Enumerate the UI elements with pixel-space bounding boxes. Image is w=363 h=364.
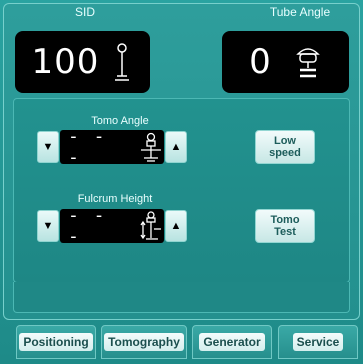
sid-display: 100 <box>15 31 150 93</box>
sid-value: 100 <box>31 42 100 82</box>
tomo-angle-decrease-button[interactable]: ▼ <box>37 131 59 163</box>
fulcrum-height-value: - - - <box>68 205 107 247</box>
low-speed-label: Low speed <box>269 135 301 159</box>
arrow-down-icon: ▼ <box>42 140 54 153</box>
tube-angle-value: 0 <box>249 42 272 82</box>
tomography-screen: SID Tube Angle 100 0 Tomo Angle ▼ - - - <box>0 0 363 364</box>
tube-angle-display: 0 <box>222 31 349 93</box>
fulcrum-height-increase-button[interactable]: ▲ <box>165 210 187 242</box>
tomo-test-label: Tomo Test <box>270 214 300 238</box>
tomo-test-button[interactable]: Tomo Test <box>255 209 315 243</box>
tab-generator[interactable]: Generator <box>192 325 272 359</box>
tomography-settings-panel <box>13 98 350 283</box>
sid-label: SID <box>74 5 95 19</box>
tube-icon <box>296 48 320 78</box>
fulcrum-height-label: Fulcrum Height <box>77 193 153 205</box>
tube-angle-label: Tube Angle <box>269 5 331 19</box>
arrow-down-icon: ▼ <box>42 219 54 232</box>
arrow-up-icon: ▲ <box>170 219 182 232</box>
tab-generator-label: Generator <box>199 333 265 351</box>
tomo-angle-display: - - - <box>60 126 164 168</box>
arrow-up-icon: ▲ <box>170 140 182 153</box>
tab-tomography-label: Tomography <box>104 333 184 351</box>
tomo-angle-increase-button[interactable]: ▲ <box>165 131 187 163</box>
tab-positioning[interactable]: Positioning <box>16 325 96 359</box>
tab-tomography[interactable]: Tomography <box>101 325 187 359</box>
tomo-angle-icon <box>141 132 162 162</box>
fulcrum-height-display: - - - <box>60 205 164 247</box>
fulcrum-height-icon <box>140 211 162 240</box>
tab-service-label: Service <box>292 333 344 351</box>
tomo-angle-value: - - - <box>68 126 107 168</box>
fulcrum-height-decrease-button[interactable]: ▼ <box>37 210 59 242</box>
sid-distance-icon <box>115 43 130 81</box>
status-strip <box>13 282 350 313</box>
tab-positioning-label: Positioning <box>19 333 93 351</box>
low-speed-button[interactable]: Low speed <box>255 130 315 164</box>
tab-service[interactable]: Service <box>278 325 358 359</box>
